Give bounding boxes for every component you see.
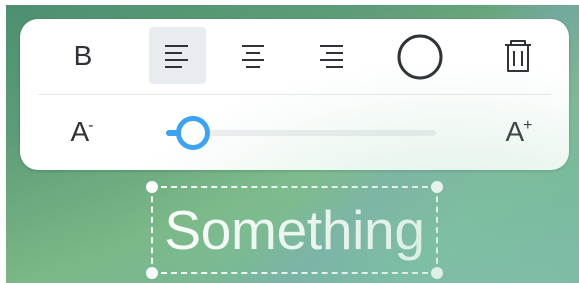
resize-handle-top-right[interactable] <box>431 181 443 193</box>
align-right-button[interactable] <box>305 32 355 80</box>
trash-icon <box>505 40 531 72</box>
bold-label: B <box>73 40 93 71</box>
text-element-content: Something <box>164 199 425 261</box>
decrease-text-size-button[interactable]: A - <box>65 106 99 158</box>
align-center-button[interactable] <box>228 32 278 80</box>
align-right-icon <box>320 45 343 68</box>
text-size-glyph: A <box>505 116 525 147</box>
text-size-glyph: A <box>70 116 90 147</box>
align-left-icon <box>164 44 188 68</box>
resize-handle-bottom-right[interactable] <box>431 267 443 279</box>
slider-thumb[interactable] <box>176 116 210 150</box>
text-format-toolbar: B A - A + <box>20 19 569 170</box>
text-size-slider[interactable] <box>166 116 436 150</box>
toolbar-divider <box>38 94 551 95</box>
increase-text-size-button[interactable]: A + <box>500 106 538 158</box>
plus-mark: + <box>523 117 533 134</box>
text-element[interactable]: Something <box>146 181 443 279</box>
delete-button[interactable] <box>496 33 540 81</box>
circle-outline-icon <box>397 34 443 80</box>
resize-handle-bottom-left[interactable] <box>146 267 158 279</box>
bold-button[interactable]: B <box>70 32 96 80</box>
minus-mark: - <box>88 117 94 134</box>
align-left-button[interactable] <box>149 27 206 84</box>
resize-handle-top-left[interactable] <box>146 181 158 193</box>
editing-canvas[interactable]: B A - A + Something <box>6 5 579 283</box>
align-center-icon <box>242 45 264 68</box>
text-color-button[interactable] <box>394 33 446 81</box>
